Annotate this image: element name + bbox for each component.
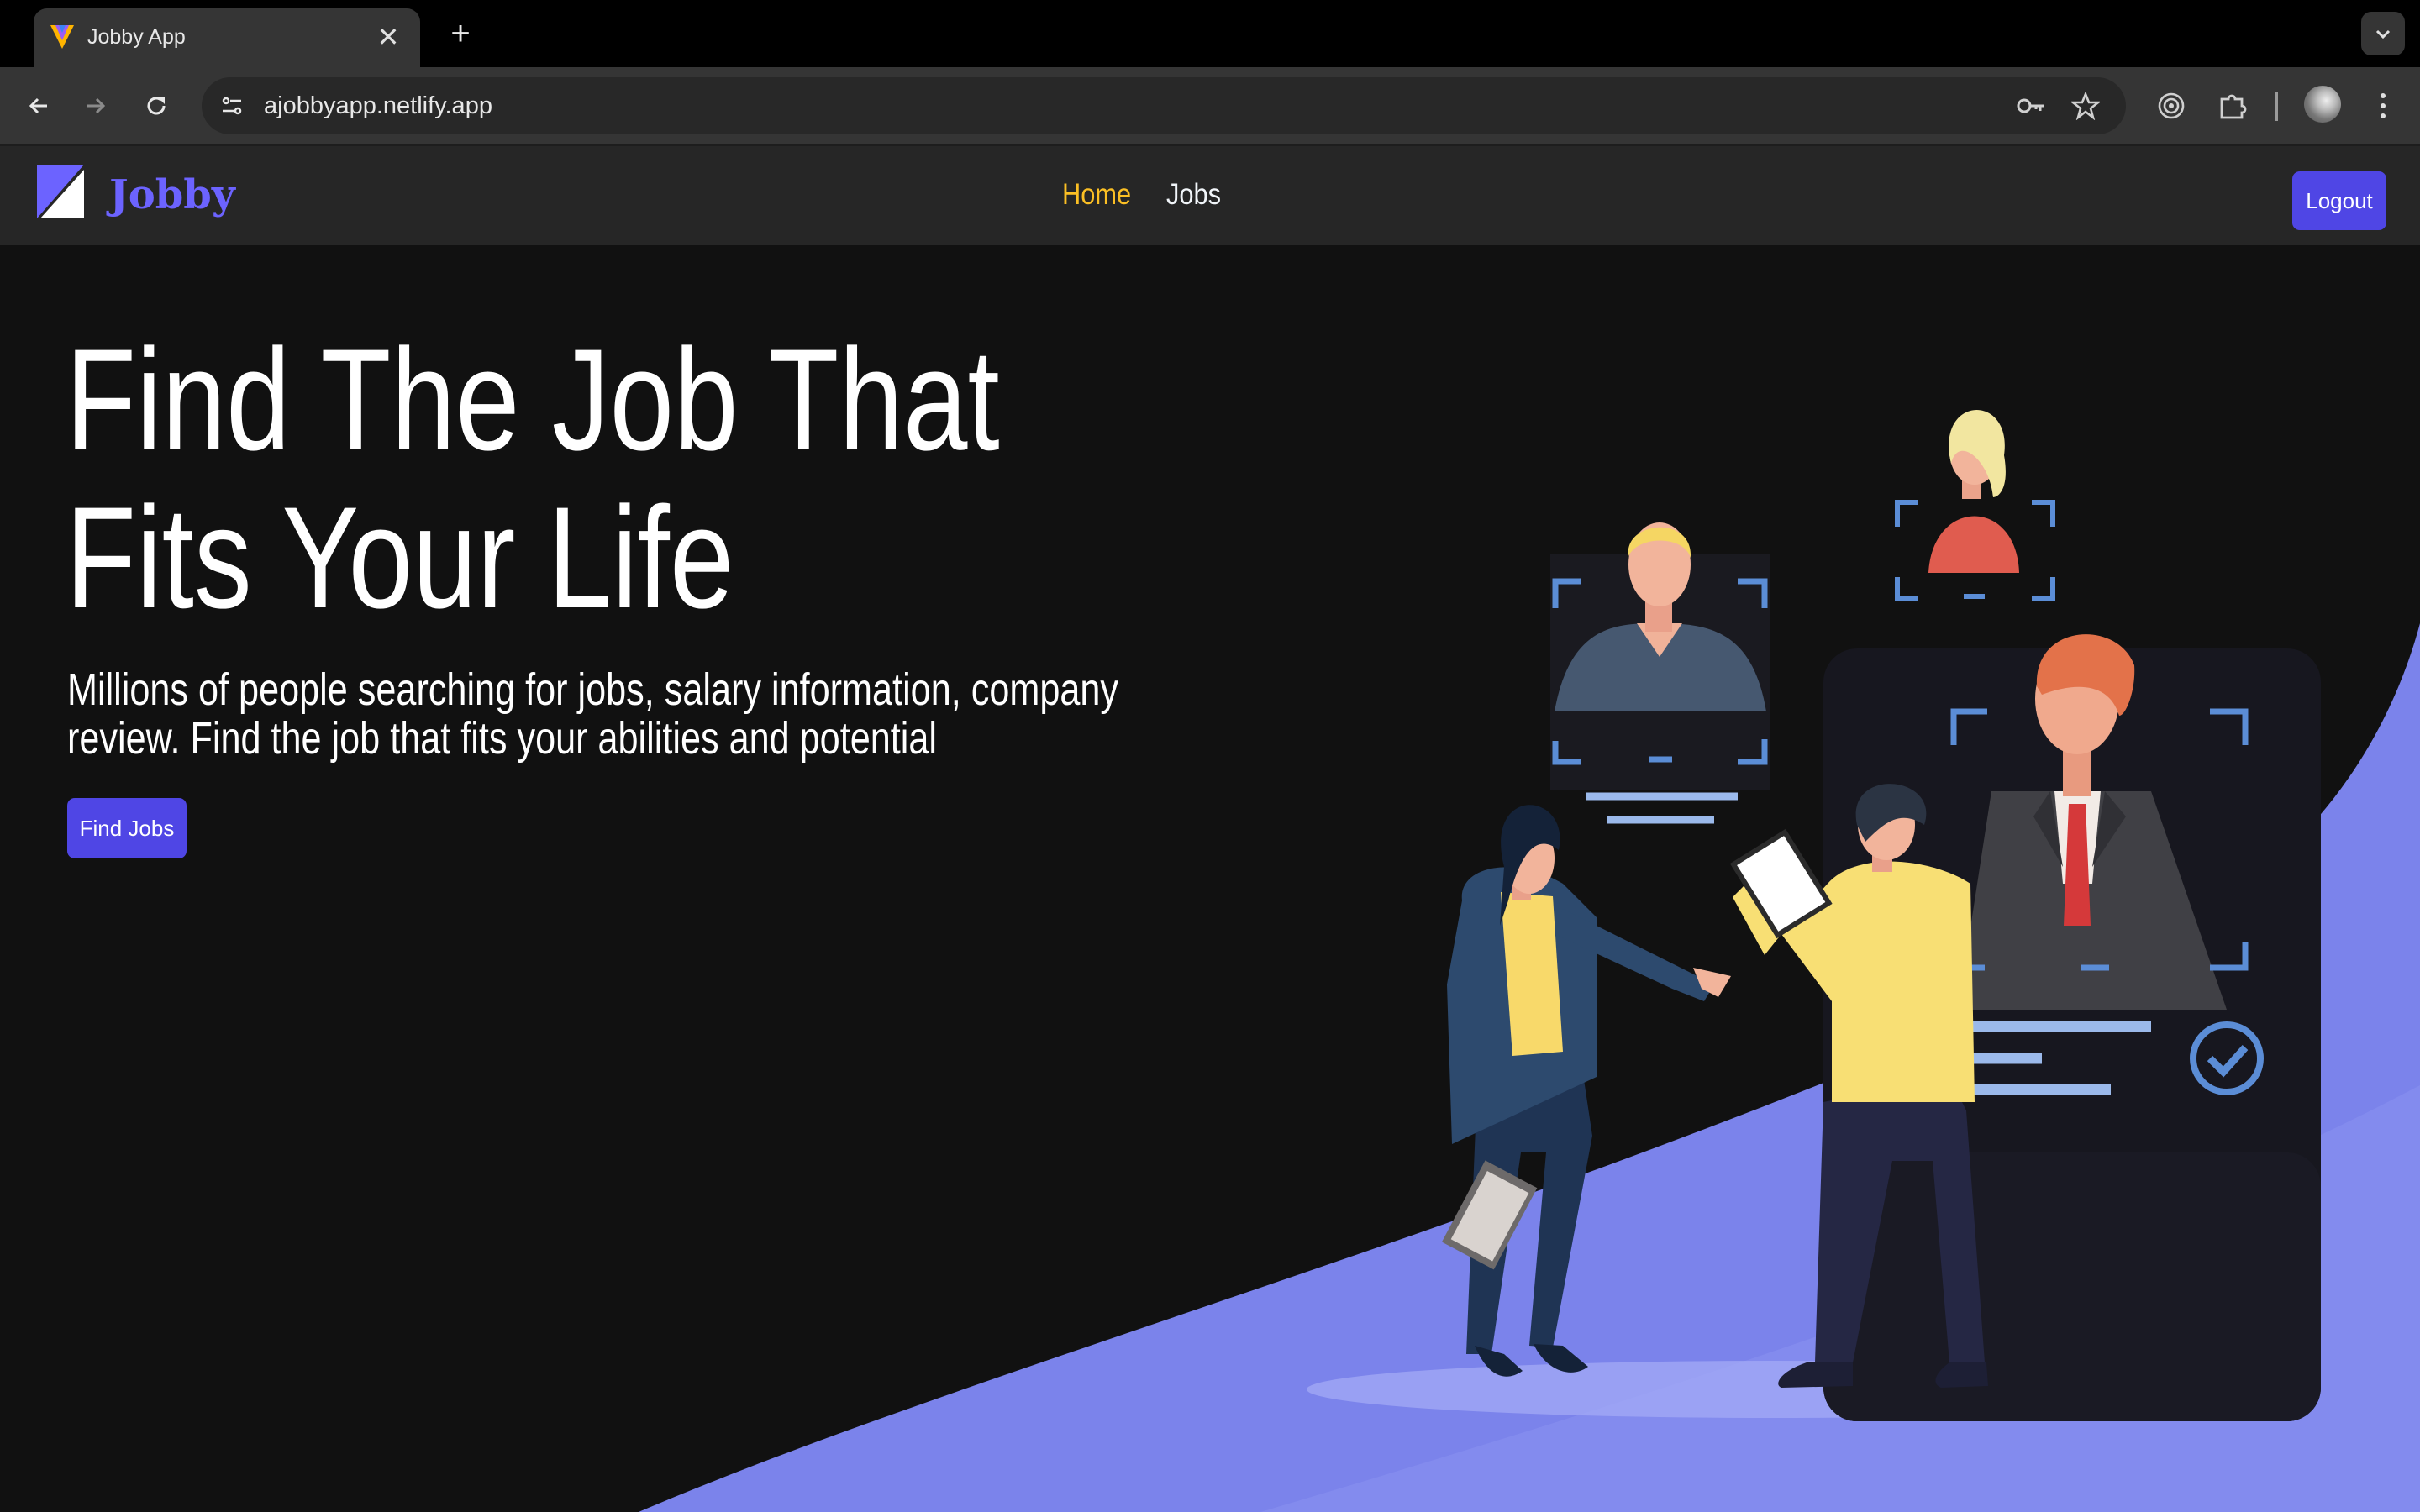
forward-arrow-icon[interactable] <box>74 84 118 128</box>
toolbar-divider <box>2275 92 2278 121</box>
kebab-menu-icon[interactable] <box>2361 84 2405 128</box>
back-arrow-icon[interactable] <box>17 84 60 128</box>
address-bar[interactable]: ajobbyapp.netlify.app <box>202 77 2126 134</box>
extensions-icon[interactable] <box>2210 84 2254 128</box>
hero-heading-line-1: Find The Job That <box>66 319 1000 480</box>
tab-title: Jobby App <box>87 25 186 49</box>
blonde-woman-portrait <box>1928 410 2019 573</box>
browser-tab[interactable]: Jobby App ✕ <box>34 8 420 67</box>
hero-description: Millions of people searching for jobs, s… <box>67 665 1143 763</box>
nav-link-home[interactable]: Home <box>1062 178 1131 212</box>
key-icon[interactable] <box>2015 89 2049 123</box>
star-icon[interactable] <box>2069 89 2102 123</box>
hero-section: Find The Job That Fits Your Life Million… <box>0 245 2420 1512</box>
jobby-favicon-icon <box>50 25 74 49</box>
url-text: ajobbyapp.netlify.app <box>264 92 492 119</box>
hero-heading: Find The Job That Fits Your Life <box>66 321 1074 637</box>
logout-button[interactable]: Logout <box>2292 171 2386 230</box>
reload-icon[interactable] <box>134 84 178 128</box>
hero-description-line-1: Millions of people searching for jobs, s… <box>67 664 1119 715</box>
target-icon[interactable] <box>2149 84 2193 128</box>
nav-link-jobs[interactable]: Jobs <box>1166 178 1221 212</box>
profile-avatar[interactable] <box>2304 86 2341 123</box>
hero-description-line-2: review. Find the job that fits your abil… <box>67 713 937 764</box>
site-info-icon[interactable] <box>215 89 249 123</box>
browser-tabstrip: Jobby App ✕ + <box>0 0 2420 67</box>
logo-text[interactable]: Jobby <box>109 171 235 218</box>
close-icon[interactable]: ✕ <box>371 20 405 54</box>
find-jobs-button[interactable]: Find Jobs <box>67 798 187 858</box>
plus-icon[interactable]: + <box>440 13 481 54</box>
hero-heading-line-2: Fits Your Life <box>66 477 734 638</box>
app-navbar: Jobby Home Jobs Logout <box>0 146 2420 245</box>
chevron-down-icon[interactable] <box>2361 12 2405 55</box>
jobby-logo-icon[interactable] <box>37 165 84 218</box>
browser-toolbar: ajobbyapp.netlify.app <box>0 67 2420 146</box>
